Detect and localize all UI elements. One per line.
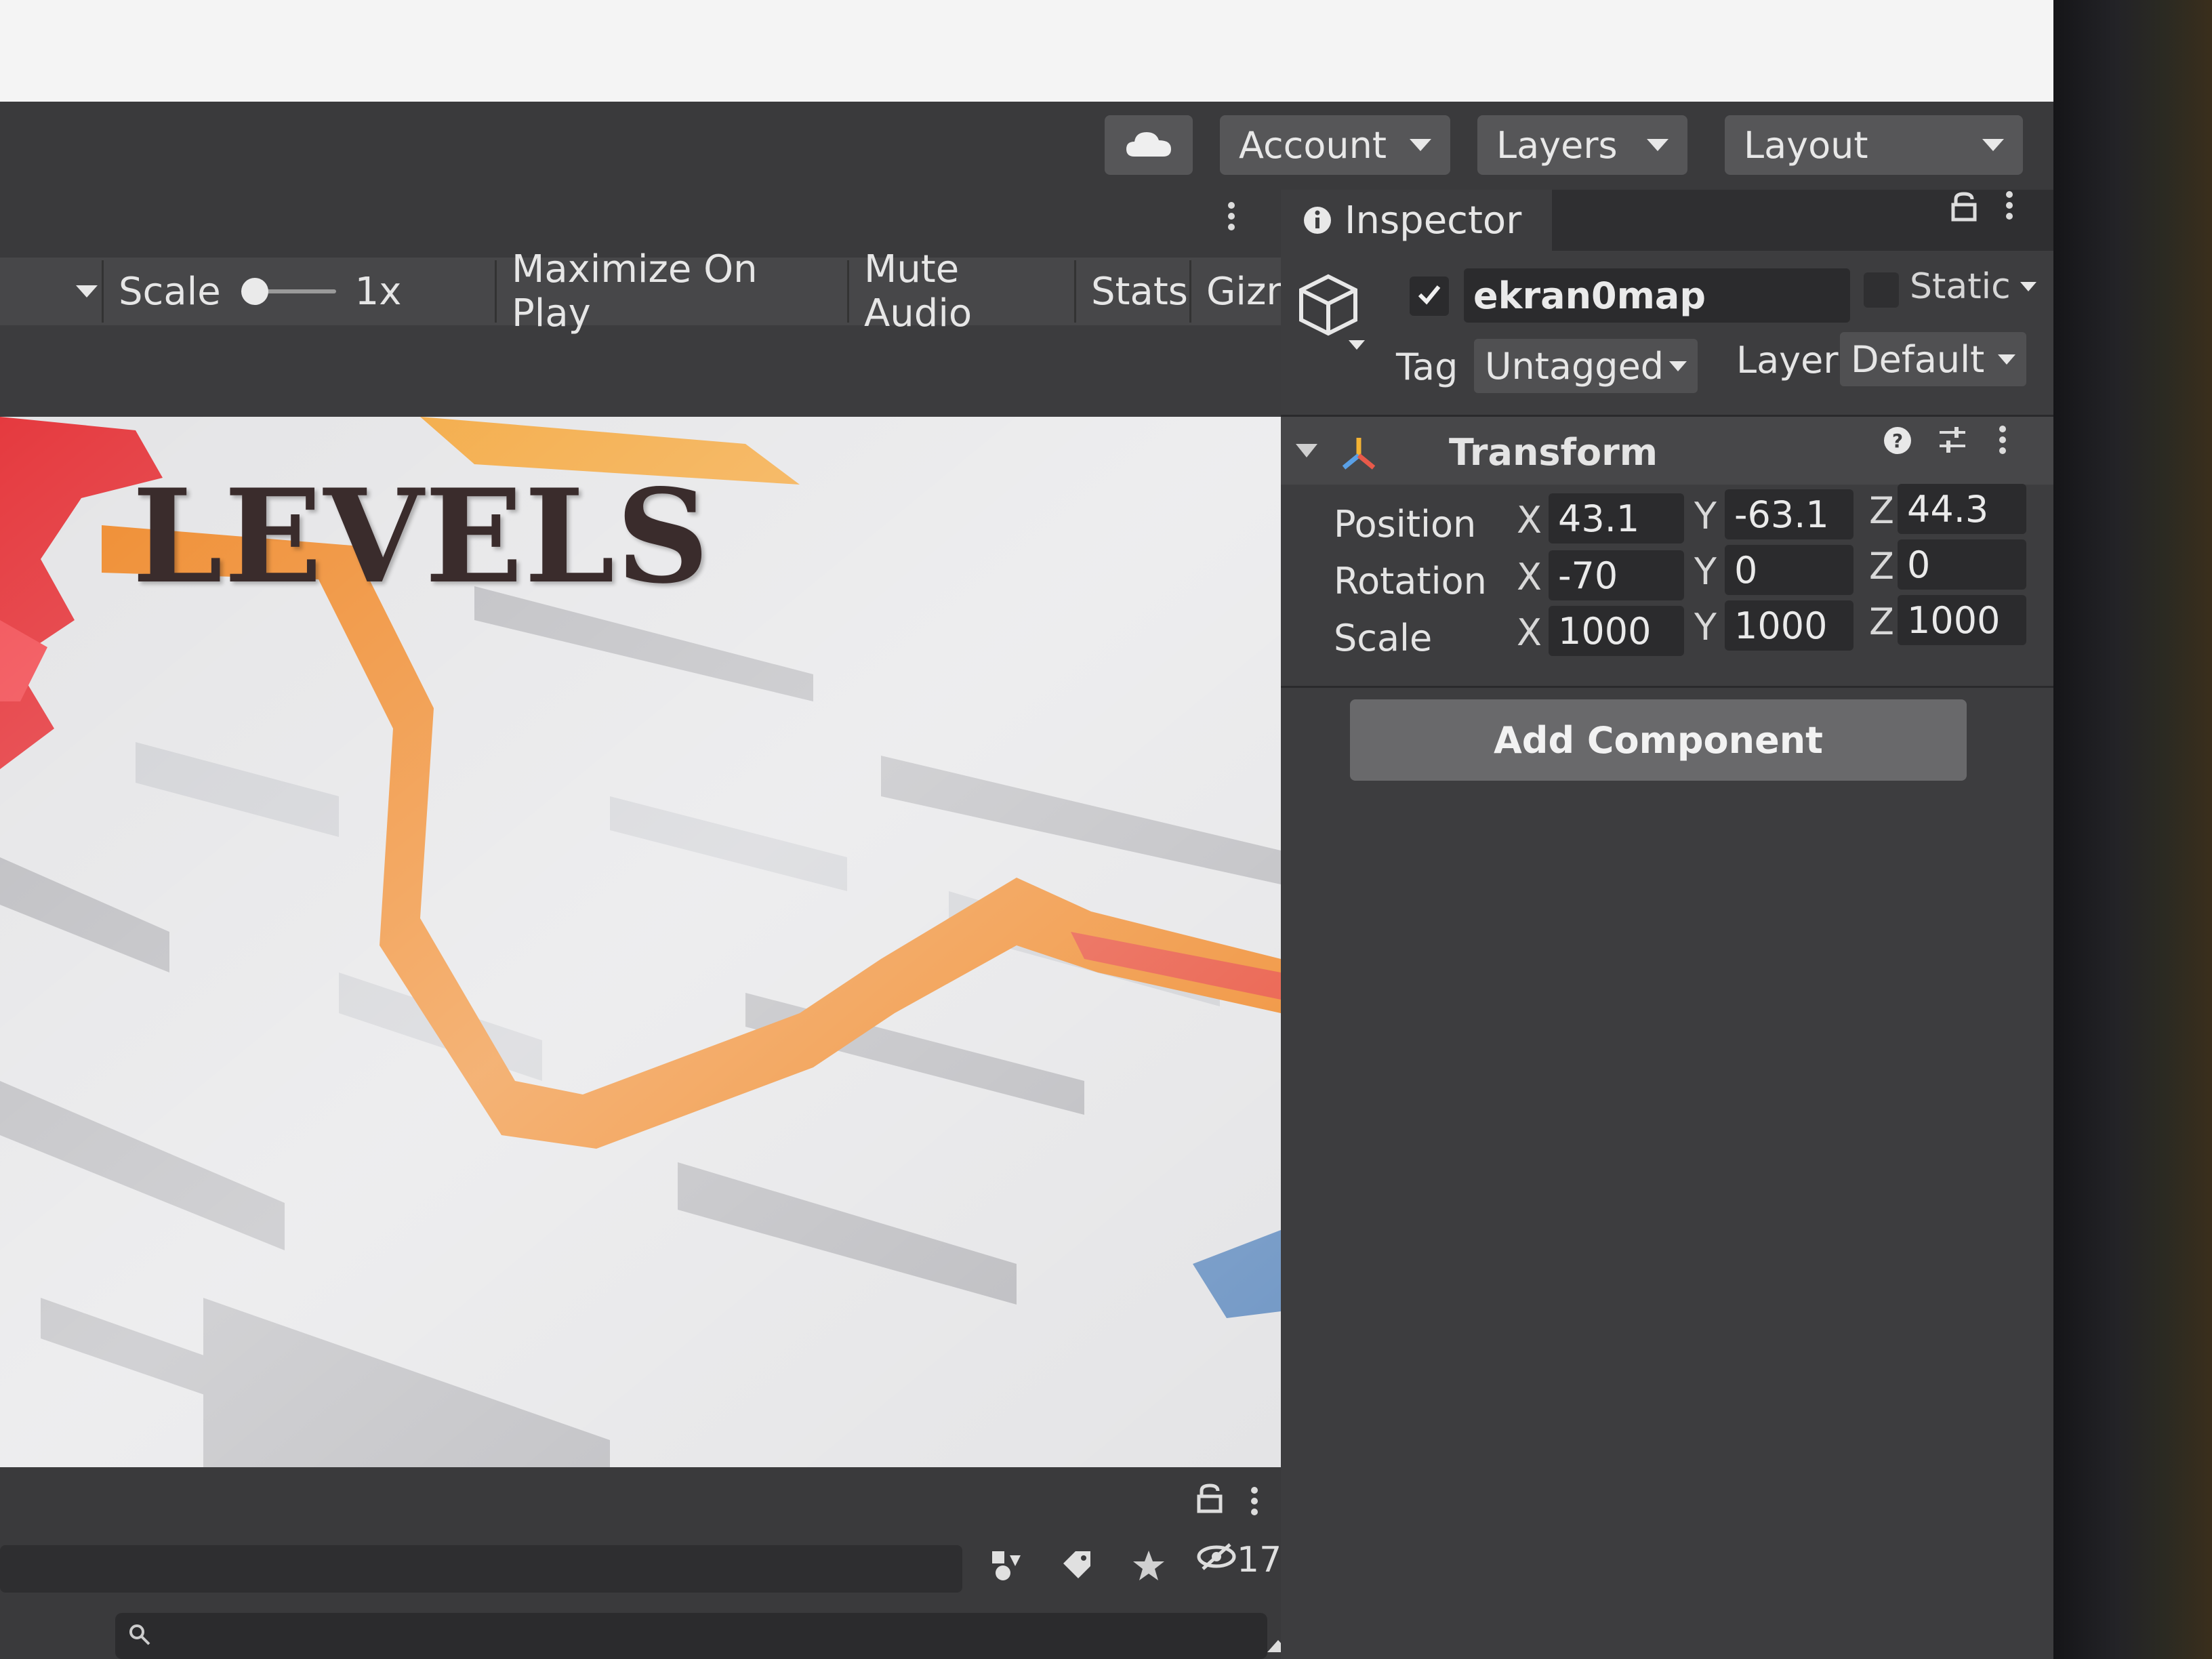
gameobject-cube-icon[interactable] xyxy=(1294,271,1369,362)
scale-value: 1x xyxy=(354,269,402,314)
more-options-icon[interactable] xyxy=(1228,198,1235,234)
maximize-on-play-toggle[interactable]: Maximize On Play xyxy=(495,247,847,335)
chevron-down-icon xyxy=(1410,139,1431,151)
monitor-bezel xyxy=(2053,0,2212,1659)
active-checkbox[interactable] xyxy=(1410,276,1449,316)
search-icon xyxy=(127,1622,152,1650)
layers-dropdown[interactable]: Layers xyxy=(1477,115,1687,175)
rotation-label: Rotation xyxy=(1334,560,1487,602)
preset-sliders-icon[interactable] xyxy=(1937,424,1968,458)
tag-label: Tag xyxy=(1396,346,1458,388)
chevron-down-icon xyxy=(1647,139,1668,151)
divider xyxy=(1281,686,2053,688)
position-x-field[interactable]: 43.1 xyxy=(1549,493,1684,544)
static-checkbox[interactable] xyxy=(1864,272,1899,308)
inspector-panel xyxy=(1281,190,2053,1659)
maximize-on-play-label: Maximize On Play xyxy=(512,247,758,335)
gizmos-toggle[interactable]: Gizn xyxy=(1189,260,1281,323)
stats-toggle[interactable]: Stats xyxy=(1074,260,1189,323)
hidden-count: 17 xyxy=(1237,1540,1282,1580)
layout-dropdown[interactable]: Layout xyxy=(1725,115,2023,175)
layer-label: Layer xyxy=(1736,339,1839,382)
eye-slash-icon xyxy=(1196,1540,1237,1580)
lock-icon[interactable] xyxy=(1950,191,1978,225)
scale-label: Scale xyxy=(119,269,221,314)
scale-z-field[interactable]: 1000 xyxy=(1898,595,2026,645)
more-options-icon[interactable] xyxy=(2006,187,2013,224)
position-y-field[interactable]: -63.1 xyxy=(1725,489,1853,539)
more-options-icon[interactable] xyxy=(1999,422,2006,458)
axis-z-label: Z xyxy=(1869,600,1894,643)
gizmos-label: Gizn xyxy=(1206,269,1281,314)
axis-x-label: X xyxy=(1517,499,1542,541)
position-label: Position xyxy=(1334,503,1477,546)
display-dropdown[interactable] xyxy=(41,260,102,323)
axis-x-label: X xyxy=(1517,556,1542,598)
layer-dropdown[interactable]: Default xyxy=(1840,332,2026,386)
scale-x-field[interactable]: 1000 xyxy=(1549,606,1684,656)
transform-icon xyxy=(1338,434,1379,477)
add-component-button[interactable]: Add Component xyxy=(1350,699,1967,781)
rotation-z-field[interactable]: 0 xyxy=(1898,539,2026,590)
axis-y-label: Y xyxy=(1694,606,1717,649)
tag-dropdown[interactable]: Untagged xyxy=(1474,339,1698,393)
object-name-field[interactable]: ekran0map xyxy=(1464,268,1850,323)
scale-y-field[interactable]: 1000 xyxy=(1725,600,1853,651)
account-dropdown[interactable]: Account xyxy=(1220,115,1450,175)
filter-by-type-icon[interactable] xyxy=(983,1538,1030,1593)
asset-search-field[interactable] xyxy=(115,1613,1267,1659)
cloud-icon xyxy=(1125,124,1172,167)
axis-z-label: Z xyxy=(1869,545,1894,588)
transform-title: Transform xyxy=(1449,431,1658,474)
mute-audio-toggle[interactable]: Mute Audio xyxy=(847,247,1074,335)
chevron-down-icon xyxy=(1998,354,2015,365)
help-icon[interactable]: ? xyxy=(1883,426,1912,458)
chevron-down-icon xyxy=(1982,139,2004,151)
static-dropdown[interactable]: Static xyxy=(1910,263,2036,310)
project-search-bar[interactable] xyxy=(0,1545,962,1593)
inspector-tab-label: Inspector xyxy=(1345,198,1522,243)
more-options-icon[interactable] xyxy=(1251,1483,1258,1519)
static-label: Static xyxy=(1910,266,2011,307)
chevron-down-icon xyxy=(76,285,98,298)
axis-x-label: X xyxy=(1517,611,1542,654)
stats-label: Stats xyxy=(1091,269,1188,314)
svg-text:?: ? xyxy=(1892,430,1903,452)
checkmark-icon xyxy=(1416,281,1443,311)
layout-label: Layout xyxy=(1744,123,1868,167)
info-icon xyxy=(1303,205,1332,235)
lock-icon[interactable] xyxy=(1196,1483,1223,1517)
mute-audio-label: Mute Audio xyxy=(864,247,972,335)
chevron-down-icon xyxy=(2020,282,2036,291)
tab-inspector[interactable]: Inspector xyxy=(1281,190,1552,251)
scale-control[interactable]: Scale 1x xyxy=(102,260,495,323)
scene-title-text: LEVELS xyxy=(132,461,711,612)
axis-z-label: Z xyxy=(1869,489,1894,532)
scale-slider[interactable] xyxy=(241,278,336,305)
axis-y-label: Y xyxy=(1694,550,1717,593)
position-z-field[interactable]: 44.3 xyxy=(1898,484,2026,534)
collapse-arrow-icon[interactable] xyxy=(1296,444,1317,457)
layer-value: Default xyxy=(1851,337,1985,381)
tag-value: Untagged xyxy=(1485,344,1664,388)
filter-by-label-icon[interactable] xyxy=(1054,1538,1101,1593)
window-title-bar xyxy=(0,0,2053,102)
rotation-x-field[interactable]: -70 xyxy=(1549,550,1684,600)
axis-y-label: Y xyxy=(1694,495,1717,537)
cloud-button[interactable] xyxy=(1105,115,1193,175)
hidden-packages-toggle[interactable]: 17 xyxy=(1196,1533,1282,1587)
account-label: Account xyxy=(1239,123,1387,167)
chevron-down-icon xyxy=(1669,361,1687,371)
add-component-label: Add Component xyxy=(1494,718,1823,762)
layers-label: Layers xyxy=(1496,123,1618,167)
scale-label: Scale xyxy=(1334,617,1433,659)
favorite-star-icon[interactable] xyxy=(1125,1538,1172,1593)
scale-slider-handle[interactable] xyxy=(241,278,268,305)
rotation-y-field[interactable]: 0 xyxy=(1725,545,1853,595)
